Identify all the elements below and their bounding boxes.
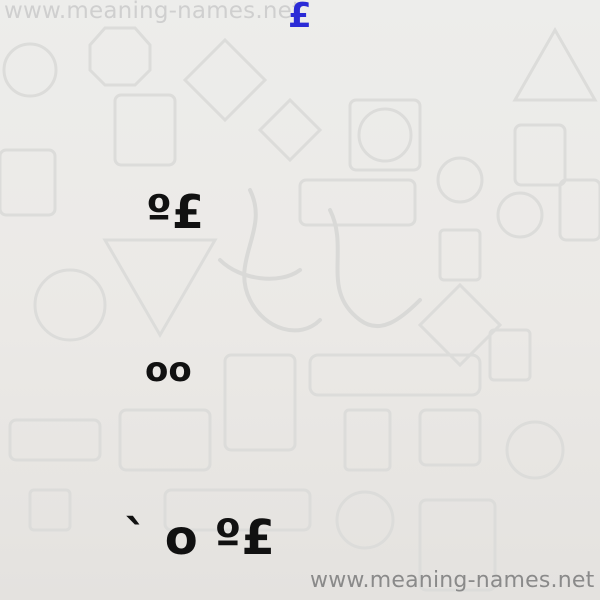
- road-sign-icon: [28, 488, 72, 532]
- road-sign-icon: [102, 238, 218, 338]
- logo-swirl-icon: [218, 188, 422, 333]
- road-sign-icon: [417, 282, 503, 368]
- road-sign-icon: [0, 148, 57, 217]
- image-canvas: www.meaning-names.net £ º£ oo ` o º£ www…: [0, 0, 600, 600]
- railroad-crossing-sign-icon: [505, 420, 565, 480]
- glyph-line-2: oo: [145, 350, 192, 390]
- speed-limit-sign-icon: [343, 408, 392, 472]
- road-sign-icon: [2, 42, 58, 98]
- watermark-bottom: www.meaning-names.net: [310, 568, 595, 593]
- road-sign-icon: [8, 418, 102, 462]
- road-sign-icon: [335, 490, 395, 550]
- road-closed-sign-icon: [118, 408, 212, 472]
- no-parking-sign-icon: [223, 353, 297, 452]
- road-sign-icon: [182, 37, 268, 123]
- watermark-top: www.meaning-names.net: [4, 0, 302, 24]
- road-sign-icon: [438, 228, 482, 282]
- road-sign-icon: [513, 123, 567, 187]
- railroad-crossing-sign-icon: [33, 268, 107, 342]
- road-sign-icon: [436, 156, 484, 204]
- glyph-line-1: º£: [146, 185, 204, 239]
- road-sign-icon: [257, 97, 323, 163]
- road-sign-icon: [558, 178, 600, 242]
- pound-symbol-top: £: [288, 0, 312, 36]
- one-way-sign-icon: [113, 93, 177, 167]
- speed-limit-sign-icon: [488, 328, 532, 382]
- road-sign-icon: [298, 178, 417, 227]
- glyph-line-3: ` o º£: [124, 510, 275, 566]
- construction-sign-icon: [512, 26, 598, 102]
- road-sign-icon: [496, 191, 544, 239]
- background-signs-pattern: [0, 26, 600, 592]
- road-sign-icon: [418, 408, 482, 467]
- road-sign-icon: [88, 26, 152, 87]
